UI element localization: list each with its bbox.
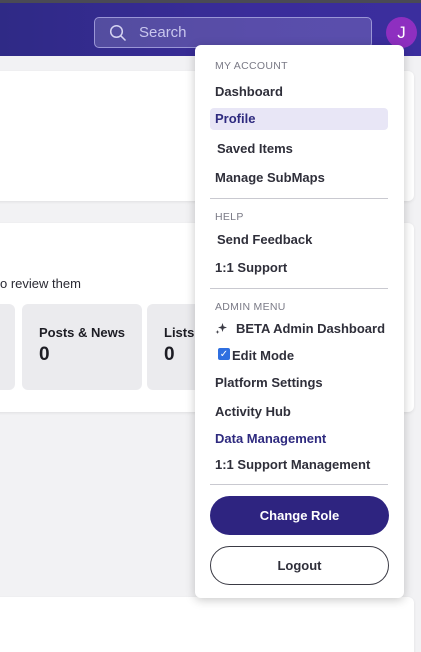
edit-mode-label[interactable]: Edit Mode <box>232 348 294 363</box>
stat-label: Posts & News <box>39 325 125 340</box>
menu-item-saved-items[interactable]: Saved Items <box>217 141 293 156</box>
stat-value: 0 <box>39 344 50 365</box>
stat-label: Lists <box>164 325 195 340</box>
menu-item-dashboard[interactable]: Dashboard <box>215 84 283 99</box>
menu-item-platform-settings[interactable]: Platform Settings <box>215 375 323 390</box>
menu-item-send-feedback[interactable]: Send Feedback <box>217 232 312 247</box>
section-header-admin-menu: ADMIN MENU <box>215 301 286 313</box>
stat-value: 0 <box>164 344 175 365</box>
menu-item-beta-admin-dashboard[interactable]: BETA Admin Dashboard <box>236 321 385 336</box>
menu-item-data-management[interactable]: Data Management <box>215 431 326 446</box>
menu-item-support-management[interactable]: 1:1 Support Management <box>215 457 370 472</box>
menu-item-manage-submaps[interactable]: Manage SubMaps <box>215 170 325 185</box>
sparkle-icon <box>215 323 227 334</box>
content-card <box>0 597 414 652</box>
logout-button[interactable]: Logout <box>210 546 389 585</box>
search-placeholder: Search <box>139 24 187 41</box>
menu-divider <box>210 484 388 485</box>
search-input[interactable]: Search <box>94 17 372 48</box>
menu-item-support[interactable]: 1:1 Support <box>215 260 287 275</box>
menu-item-activity-hub[interactable]: Activity Hub <box>215 404 291 419</box>
user-dropdown-menu: MY ACCOUNT Dashboard Profile Saved Items… <box>195 45 404 598</box>
search-icon <box>109 24 127 41</box>
menu-item-profile[interactable]: Profile <box>210 108 388 130</box>
change-role-button[interactable]: Change Role <box>210 496 389 535</box>
menu-divider <box>210 198 388 199</box>
review-text: o review them <box>0 276 81 291</box>
user-avatar[interactable]: J <box>386 17 417 48</box>
stat-tile-posts-news[interactable]: Posts & News 0 <box>22 304 142 390</box>
menu-divider <box>210 288 388 289</box>
section-header-my-account: MY ACCOUNT <box>215 60 288 72</box>
edit-mode-checkbox[interactable]: ✓ <box>218 348 230 360</box>
section-header-help: HELP <box>215 211 244 223</box>
stat-tile <box>0 304 15 390</box>
